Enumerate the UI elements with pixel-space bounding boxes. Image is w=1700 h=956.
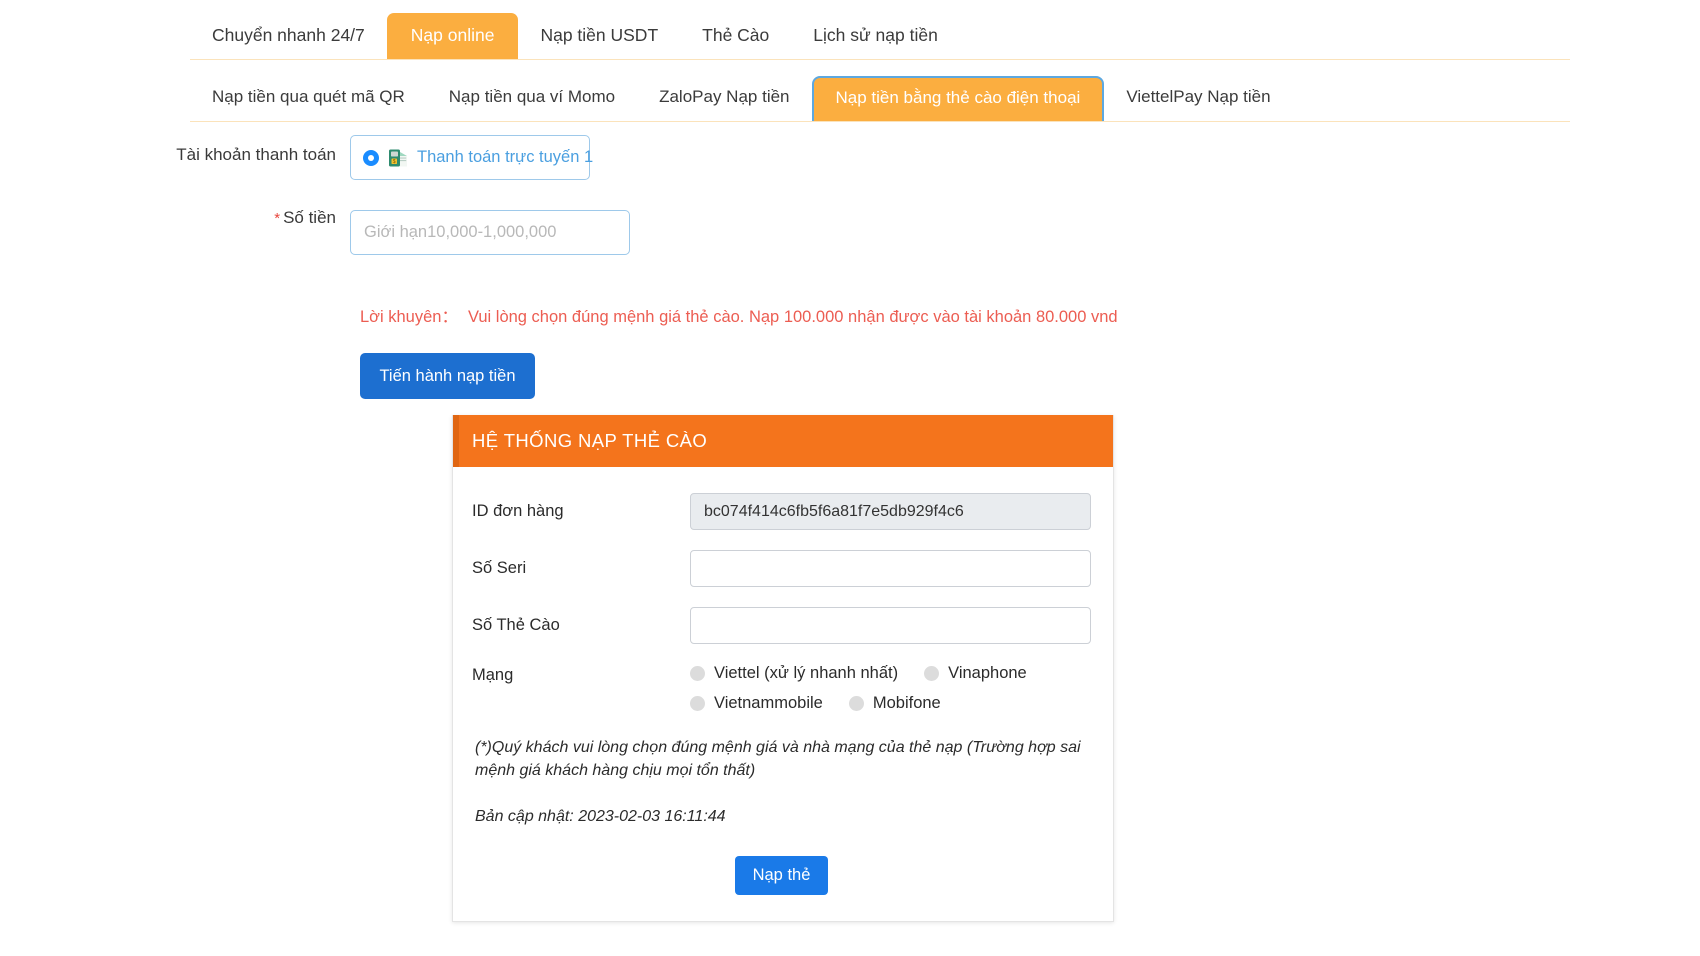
required-asterisk: * bbox=[274, 210, 281, 227]
serial-input[interactable] bbox=[690, 550, 1091, 587]
payment-account-option[interactable]: $ Thanh toán trực tuyến 1 bbox=[350, 135, 594, 180]
svg-text:$: $ bbox=[393, 159, 396, 165]
tab-the-cao[interactable]: Thẻ Cào bbox=[680, 15, 791, 59]
deposit-form: Tài khoản thanh toán $ Thanh toán trực t… bbox=[0, 135, 1700, 399]
radio-icon[interactable] bbox=[690, 696, 705, 711]
advice-text: Vui lòng chọn đúng mệnh giá thẻ cào. Nạp… bbox=[467, 308, 1118, 326]
panel-footer: Nạp thẻ bbox=[472, 826, 1091, 921]
card-number-input[interactable] bbox=[690, 607, 1091, 644]
network-options: Viettel (xử lý nhanh nhất) Vinaphone Vie… bbox=[690, 664, 1091, 724]
network-option-label: Mobifone bbox=[872, 694, 941, 712]
secondary-tab-bar: Nạp tiền qua quét mã QR Nạp tiền qua ví … bbox=[190, 68, 1570, 122]
primary-tab-bar: Chuyển nhanh 24/7 Nạp online Nạp tiền US… bbox=[190, 8, 1570, 60]
network-option-label: Vietnammobile bbox=[714, 694, 823, 712]
scratch-card-money-icon: $ bbox=[388, 148, 408, 168]
submit-card-button[interactable]: Nạp thẻ bbox=[734, 856, 829, 896]
amount-label: * Số tiền bbox=[0, 180, 350, 256]
network-option-vinaphone[interactable]: Vinaphone bbox=[924, 664, 1027, 683]
tab-chuyen-nhanh[interactable]: Chuyển nhanh 24/7 bbox=[190, 15, 387, 59]
tab-nap-tien-qr[interactable]: Nạp tiền qua quét mã QR bbox=[190, 77, 427, 121]
card-number-row: Số Thẻ Cào bbox=[472, 607, 1091, 644]
tab-nap-online[interactable]: Nạp online bbox=[386, 13, 519, 59]
network-row: Mạng Viettel (xử lý nhanh nhất) Vinaphon… bbox=[472, 664, 1091, 724]
network-option-label: Viettel (xử lý nhanh nhất) bbox=[714, 664, 899, 682]
tab-nap-tien-usdt[interactable]: Nạp tiền USDT bbox=[518, 15, 680, 59]
panel-note: (*)Quý khách vui lòng chọn đúng mệnh giá… bbox=[475, 739, 1081, 780]
proceed-deposit-button[interactable]: Tiến hành nạp tiền bbox=[360, 353, 535, 399]
network-option-label: Vinaphone bbox=[948, 664, 1027, 682]
panel-updated-timestamp: Bản cập nhật: 2023-02-03 16:11:44 bbox=[475, 808, 726, 826]
order-id-row: ID đơn hàng bbox=[472, 493, 1091, 530]
tab-zalopay[interactable]: ZaloPay Nạp tiền bbox=[637, 77, 811, 121]
radio-icon[interactable] bbox=[924, 666, 940, 681]
amount-input[interactable] bbox=[350, 210, 630, 255]
tab-viettelpay[interactable]: ViettelPay Nạp tiền bbox=[1104, 77, 1292, 121]
amount-row: * Số tiền bbox=[0, 180, 1700, 256]
serial-label: Số Seri bbox=[472, 559, 527, 577]
panel-title: HỆ THỐNG NẠP THẺ CÀO bbox=[472, 430, 708, 451]
network-option-viettel[interactable]: Viettel (xử lý nhanh nhất) bbox=[690, 664, 898, 683]
card-number-label: Số Thẻ Cào bbox=[472, 616, 560, 634]
panel-body: ID đơn hàng Số Seri Số Thẻ Cào Mạng Viet… bbox=[453, 467, 1113, 921]
tab-lich-su-nap-tien[interactable]: Lịch sử nạp tiền bbox=[791, 15, 960, 59]
tab-nap-tien-the-cao[interactable]: Nạp tiền bằng thẻ cào điện thoại bbox=[811, 75, 1105, 121]
panel-header: HỆ THỐNG NẠP THẺ CÀO bbox=[453, 415, 1113, 467]
tab-nap-tien-momo[interactable]: Nạp tiền qua ví Momo bbox=[427, 77, 637, 121]
payment-account-option-label: Thanh toán trực tuyến 1 bbox=[417, 148, 594, 166]
serial-row: Số Seri bbox=[472, 550, 1091, 587]
network-option-mobifone[interactable]: Mobifone bbox=[848, 694, 941, 713]
page-root: Chuyển nhanh 24/7 Nạp online Nạp tiền US… bbox=[0, 0, 1700, 956]
network-label: Mạng bbox=[472, 666, 514, 684]
payment-account-radio[interactable] bbox=[363, 149, 379, 166]
advice-label: Lời khuyên： bbox=[360, 308, 458, 326]
order-id-label: ID đơn hàng bbox=[472, 502, 564, 520]
network-option-vietnammobile[interactable]: Vietnammobile bbox=[690, 694, 823, 713]
advice-message: Lời khuyên： Vui lòng chọn đúng mệnh giá t… bbox=[360, 303, 1118, 327]
radio-icon[interactable] bbox=[848, 696, 864, 711]
order-id-field bbox=[690, 493, 1091, 530]
amount-label-text: Số tiền bbox=[283, 208, 336, 227]
scratch-card-panel: HỆ THỐNG NẠP THẺ CÀO ID đơn hàng Số Seri… bbox=[452, 415, 1114, 923]
payment-account-label: Tài khoản thanh toán bbox=[176, 145, 336, 164]
payment-account-row: Tài khoản thanh toán $ Thanh toán trực t… bbox=[0, 135, 1700, 180]
radio-icon[interactable] bbox=[690, 666, 705, 681]
